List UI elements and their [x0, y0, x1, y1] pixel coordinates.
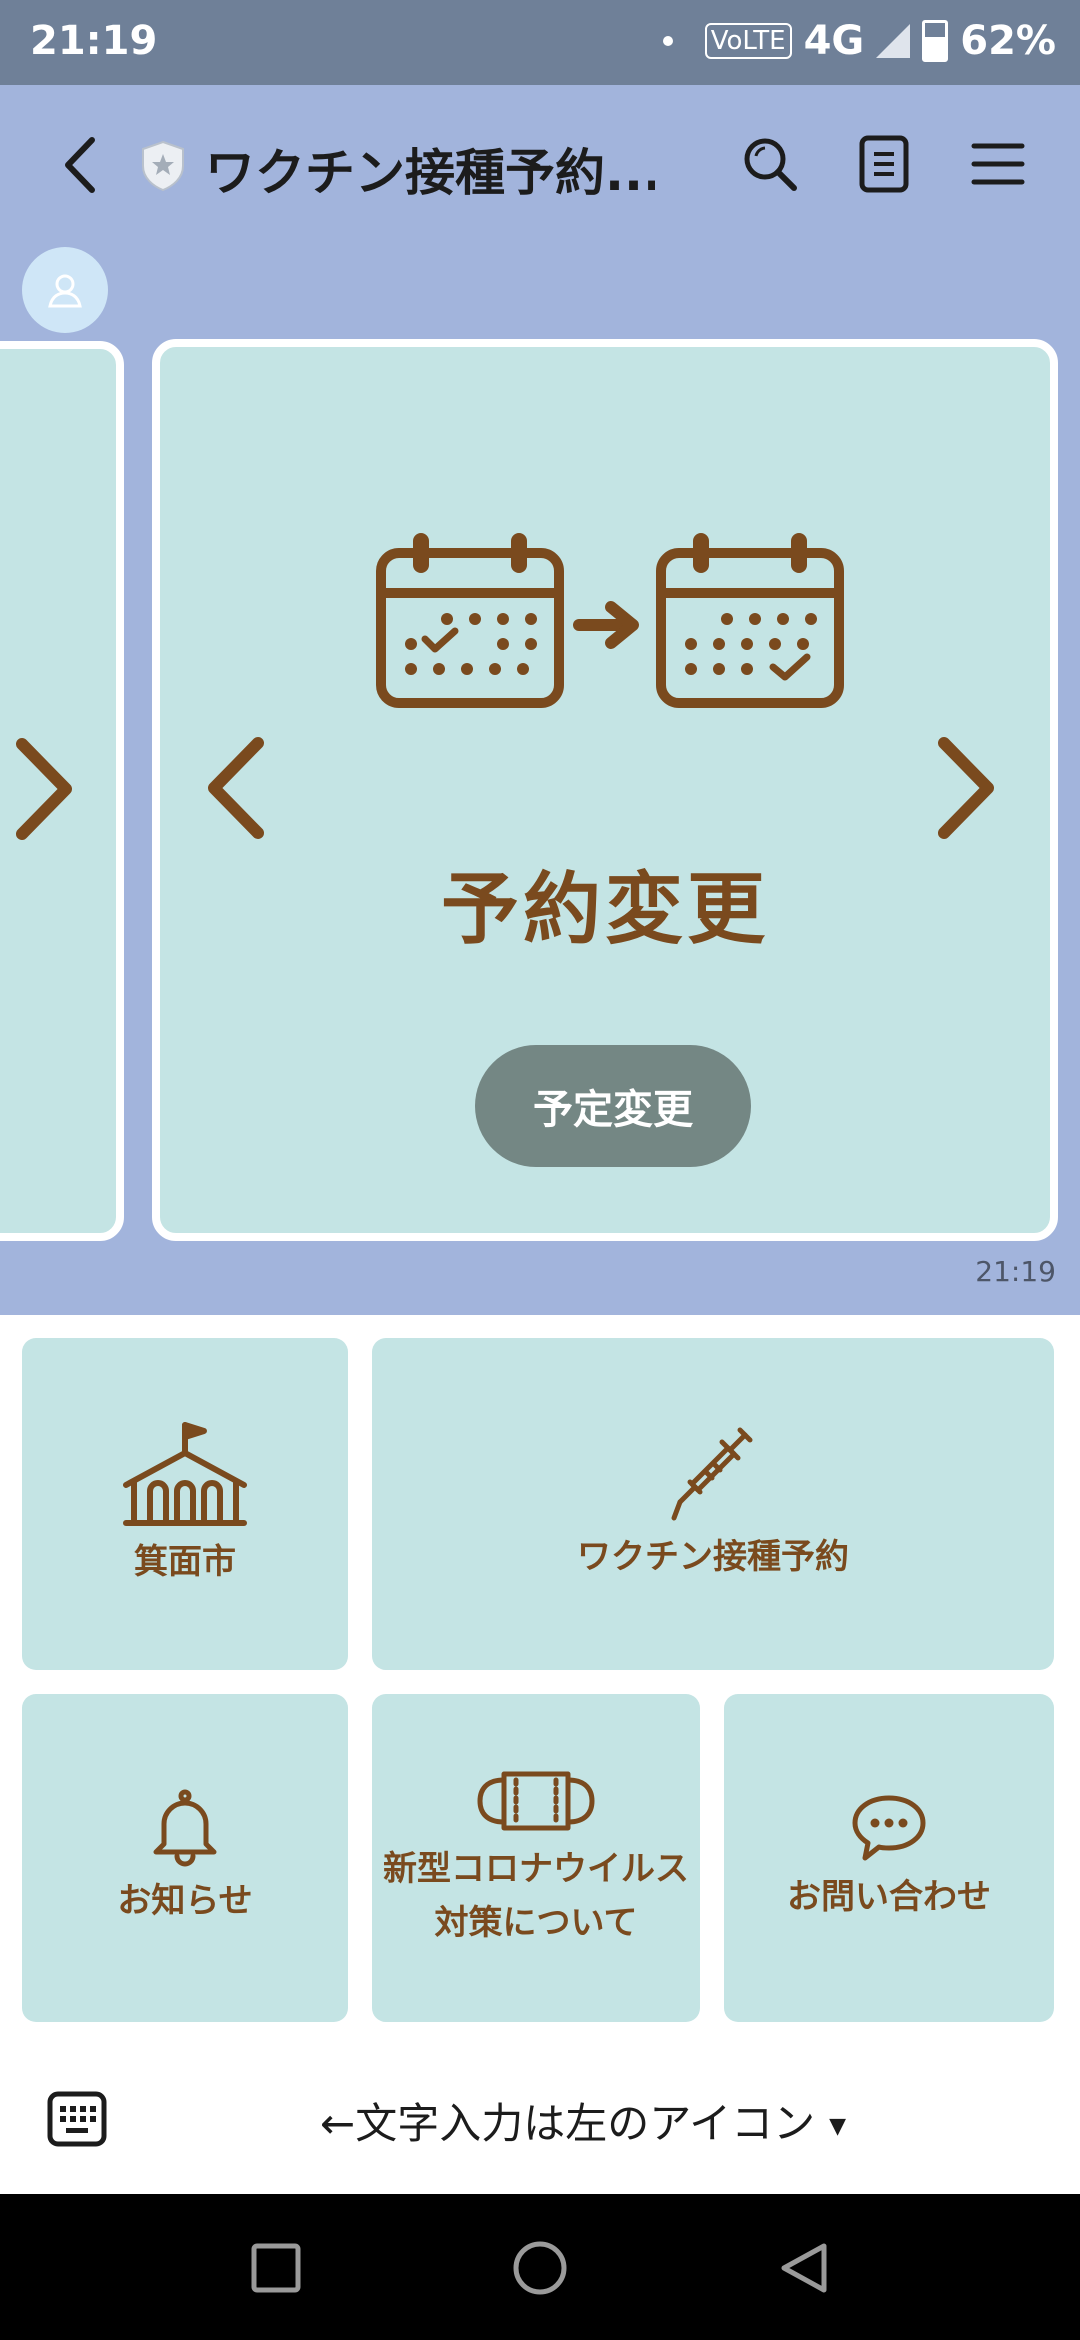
- input-bar: ←文字入力は左のアイコン ▼: [0, 2048, 1080, 2194]
- message-timestamp: 21:19: [975, 1255, 1056, 1288]
- caret-down-icon: ▼: [829, 2114, 847, 2139]
- system-nav-bar: [0, 2194, 1080, 2340]
- back-triangle-icon[interactable]: [776, 2240, 832, 2296]
- notes-icon[interactable]: [852, 132, 916, 196]
- menu-label: お問い合わせ: [787, 1877, 991, 1917]
- menu-label: お知らせ: [117, 1881, 253, 1921]
- syringe-icon: [671, 1427, 753, 1521]
- signal-icon: [876, 24, 911, 58]
- status-bar: 21:19 VoLTE 4G 62%: [0, 0, 1080, 85]
- home-icon[interactable]: [512, 2240, 568, 2296]
- user-icon: [48, 274, 82, 308]
- notification-dot-icon: [662, 36, 673, 46]
- status-icons: VoLTE 4G 62%: [662, 18, 1056, 64]
- rich-menu-toggle-label: ←文字入力は左のアイコン: [320, 2099, 816, 2148]
- card-title: 予約変更: [440, 865, 769, 955]
- avatar[interactable]: [22, 247, 108, 333]
- keyboard-icon[interactable]: [46, 2088, 108, 2150]
- search-icon[interactable]: [738, 132, 802, 196]
- volte-badge: VoLTE: [704, 23, 792, 59]
- chat-bubble-icon: [852, 1795, 926, 1861]
- calendar-check-icon: [656, 533, 844, 708]
- network-type: 4G: [803, 18, 865, 64]
- carousel-card-previous[interactable]: [0, 341, 124, 1241]
- reschedule-button[interactable]: 予定変更: [475, 1045, 751, 1167]
- battery-icon: [922, 20, 949, 62]
- back-icon[interactable]: [50, 130, 110, 200]
- status-time: 21:19: [30, 18, 158, 64]
- calendar-icon: [376, 533, 564, 708]
- carousel-card: 予約変更 予定変更: [152, 339, 1058, 1241]
- arrow-right-icon: [573, 601, 639, 649]
- school-icon: [123, 1422, 247, 1526]
- chat-area: ワクチン接種予約... 予約変更 予定変更 21:19: [0, 85, 1080, 1315]
- rich-menu-toggle[interactable]: ←文字入力は左のアイコン ▼: [320, 2090, 846, 2151]
- bell-icon: [153, 1789, 217, 1867]
- menu-label: 箕面市: [134, 1542, 236, 1582]
- menu-minoh-city[interactable]: 箕面市: [22, 1338, 348, 1670]
- menu-label-line1: 新型コロナウイルス: [383, 1849, 689, 1889]
- chevron-right-icon[interactable]: [8, 734, 78, 844]
- calendar-change-illustration: [376, 533, 844, 708]
- battery-percentage: 62%: [960, 18, 1056, 64]
- chat-title: ワクチン接種予約...: [205, 144, 655, 202]
- mask-icon: [477, 1771, 595, 1831]
- menu-covid-measures[interactable]: 新型コロナウイルス 対策について: [372, 1694, 700, 2022]
- chat-header: ワクチン接種予約...: [0, 85, 1080, 245]
- menu-label: ワクチン接種予約: [577, 1537, 849, 1577]
- menu-contact[interactable]: お問い合わせ: [724, 1694, 1054, 2022]
- chevron-right-icon[interactable]: [930, 733, 1000, 843]
- shield-star-icon: [142, 140, 184, 192]
- chevron-left-icon[interactable]: [202, 733, 272, 843]
- menu-notices[interactable]: お知らせ: [22, 1694, 348, 2022]
- menu-label-line2: 対策について: [434, 1903, 638, 1943]
- menu-icon[interactable]: [966, 132, 1030, 196]
- menu-vaccine-reservation[interactable]: ワクチン接種予約: [372, 1338, 1054, 1670]
- recents-icon[interactable]: [248, 2240, 304, 2296]
